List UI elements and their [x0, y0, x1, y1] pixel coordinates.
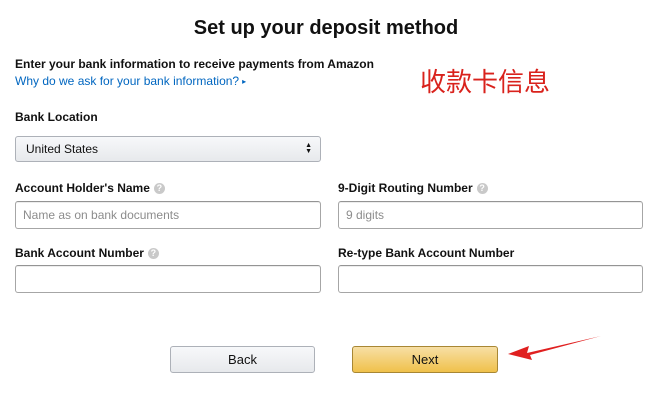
routing-number-input[interactable]	[338, 201, 643, 229]
help-icon[interactable]: ?	[476, 183, 488, 194]
bank-location-value: United States	[26, 142, 99, 156]
routing-label: 9-Digit Routing Number	[338, 181, 473, 195]
account-holder-input[interactable]	[15, 201, 321, 229]
help-icon[interactable]: ?	[153, 183, 165, 194]
red-arrow-icon	[508, 336, 601, 360]
help-link-label[interactable]: Why do we ask for your bank information?	[15, 74, 239, 88]
back-button[interactable]: Back	[170, 346, 315, 373]
account-number-input[interactable]	[15, 265, 321, 293]
help-link[interactable]: Why do we ask for your bank information?…	[15, 74, 246, 88]
page-title: Set up your deposit method	[193, 17, 459, 39]
bank-location-select[interactable]: United States ▲ ▼	[15, 136, 321, 162]
account-number-label-row: Bank Account Number?	[15, 246, 159, 260]
retype-account-label: Re-type Bank Account Number	[338, 246, 515, 260]
bank-location-label: Bank Location	[15, 110, 98, 124]
account-holder-label: Account Holder's Name	[15, 181, 150, 195]
help-icon[interactable]: ?	[147, 248, 159, 259]
select-arrows-icon: ▲ ▼	[305, 142, 312, 155]
retype-account-input[interactable]	[338, 265, 643, 293]
intro-text: Enter your bank information to receive p…	[15, 57, 374, 71]
account-holder-label-row: Account Holder's Name?	[15, 181, 165, 195]
annotation-text: 收款卡信息	[420, 68, 551, 98]
next-button[interactable]: Next	[352, 346, 498, 373]
caret-right-icon: ▸	[242, 77, 247, 86]
account-number-label: Bank Account Number	[15, 246, 144, 260]
routing-label-row: 9-Digit Routing Number?	[338, 181, 488, 195]
